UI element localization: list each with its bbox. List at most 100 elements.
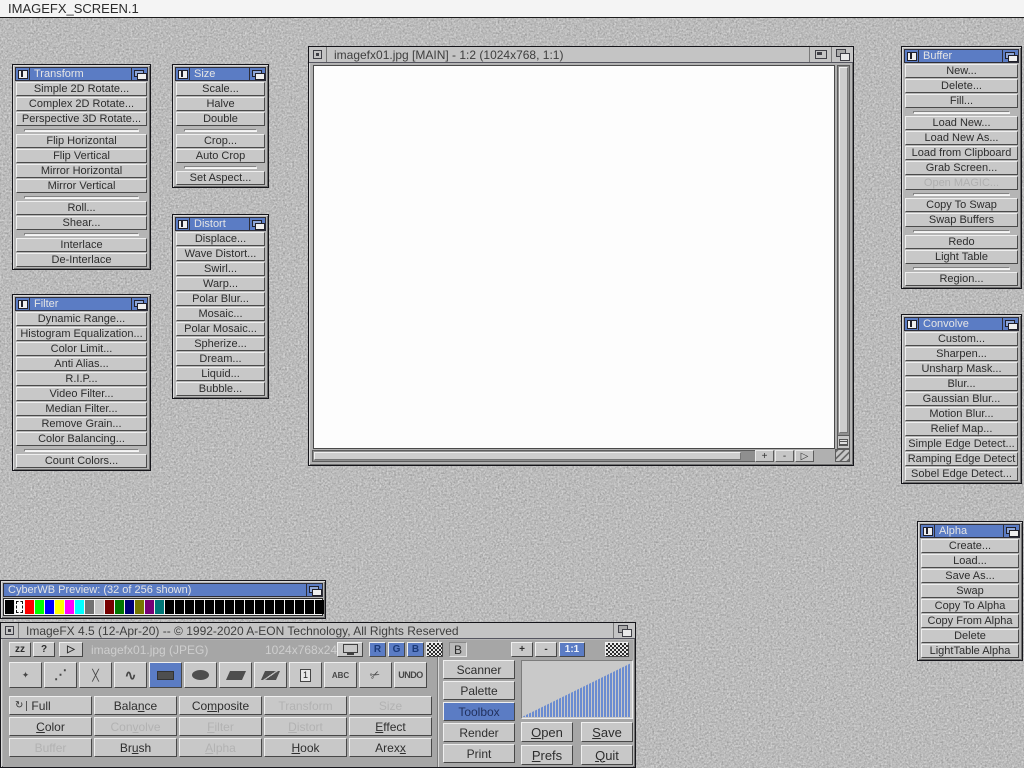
copy-from-alpha-button[interactable]: Copy From Alpha — [921, 614, 1019, 628]
sharpen-button[interactable]: Sharpen... — [905, 347, 1018, 361]
alpha-titlebar[interactable]: Alpha — [920, 524, 1020, 538]
color-swatch[interactable] — [125, 600, 134, 614]
size-button[interactable]: Size — [349, 696, 432, 715]
transform-titlebar[interactable]: Transform — [15, 67, 148, 81]
dither-pattern-button[interactable] — [426, 642, 443, 657]
mirror-vertical-button[interactable]: Mirror Vertical — [16, 179, 147, 193]
main-image-window[interactable]: imagefx01.jpg [MAIN] - 1:2 (1024x768, 1:… — [308, 46, 854, 466]
flip-horizontal-button[interactable]: Flip Horizontal — [16, 134, 147, 148]
zoom-in-gadget[interactable]: + — [755, 450, 774, 462]
crop-button[interactable]: Crop... — [176, 134, 265, 148]
color-swatch[interactable] — [275, 600, 284, 614]
color-swatch[interactable] — [255, 600, 264, 614]
undo-button[interactable]: UNDO — [394, 662, 427, 688]
screen-button[interactable] — [337, 642, 363, 657]
bubble-button[interactable]: Bubble... — [176, 382, 265, 396]
color-swatch[interactable] — [165, 600, 174, 614]
palette-button[interactable]: Palette — [443, 681, 515, 700]
redo-button[interactable]: Redo — [905, 235, 1018, 249]
swap-button[interactable]: Swap — [921, 584, 1019, 598]
transform-palette-window[interactable]: TransformSimple 2D Rotate...Complex 2D R… — [12, 64, 151, 270]
color-swatch[interactable] — [315, 600, 324, 614]
close-gadget[interactable] — [176, 218, 190, 230]
help-button[interactable]: ? — [33, 642, 55, 657]
size-palette-window[interactable]: SizeScale...HalveDoubleCrop...Auto CropS… — [172, 64, 269, 188]
red-channel-button[interactable]: R — [369, 642, 386, 657]
warp-button[interactable]: Warp... — [176, 277, 265, 291]
video-filter-button[interactable]: Video Filter... — [16, 387, 147, 401]
color-swatch[interactable] — [195, 600, 204, 614]
alpha-palette-window[interactable]: AlphaCreate...Load...Save As...SwapCopy … — [917, 521, 1023, 661]
lighttable-alpha-button[interactable]: LightTable Alpha — [921, 644, 1019, 658]
color-swatch[interactable] — [75, 600, 84, 614]
color-swatch[interactable] — [135, 600, 144, 614]
transform-button[interactable]: Transform — [264, 696, 347, 715]
color-swatch[interactable] — [305, 600, 314, 614]
simple-edge-detect-button[interactable]: Simple Edge Detect... — [905, 437, 1018, 451]
color-swatch[interactable] — [115, 600, 124, 614]
liquid-button[interactable]: Liquid... — [176, 367, 265, 381]
convolve-titlebar[interactable]: Convolve — [904, 317, 1019, 331]
hook-button[interactable]: Hook — [264, 738, 347, 757]
region-button[interactable]: Region... — [905, 272, 1018, 286]
pan-gadget[interactable]: ▷ — [795, 450, 814, 462]
screen-titlebar[interactable]: IMAGEFX_SCREEN.1 — [0, 0, 1024, 18]
close-gadget[interactable] — [16, 298, 30, 310]
create-button[interactable]: Create... — [921, 539, 1019, 553]
wave-distort-button[interactable]: Wave Distort... — [176, 247, 265, 261]
close-gadget[interactable] — [921, 525, 935, 537]
balance-button[interactable]: Balance — [94, 696, 177, 715]
color-limit-button[interactable]: Color Limit... — [16, 342, 147, 356]
zoom-gadget[interactable] — [809, 47, 831, 62]
histogram-equalization-button[interactable]: Histogram Equalization... — [16, 327, 147, 341]
depth-gadget[interactable] — [1002, 318, 1018, 330]
color-swatch[interactable] — [15, 600, 24, 614]
count-colors-button[interactable]: Count Colors... — [16, 454, 147, 468]
copy-to-alpha-button[interactable]: Copy To Alpha — [921, 599, 1019, 613]
complex-2d-rotate-button[interactable]: Complex 2D Rotate... — [16, 97, 147, 111]
delete-button[interactable]: Delete... — [905, 79, 1018, 93]
light-table-button[interactable]: Light Table — [905, 250, 1018, 264]
filter-button[interactable]: Filter — [179, 717, 262, 736]
render-button[interactable]: Render — [443, 723, 515, 742]
cyberwb-titlebar[interactable]: CyberWB Preview: (32 of 256 shown) — [3, 583, 323, 597]
new-button[interactable]: New... — [905, 64, 1018, 78]
color-swatch[interactable] — [225, 600, 234, 614]
color-swatch[interactable] — [245, 600, 254, 614]
convolve-button[interactable]: Convolve — [94, 717, 177, 736]
mirror-horizontal-button[interactable]: Mirror Horizontal — [16, 164, 147, 178]
color-swatch[interactable] — [285, 600, 294, 614]
fill-button[interactable]: Fill... — [905, 94, 1018, 108]
point-tool[interactable] — [9, 662, 42, 688]
ramping-edge-detect-button[interactable]: Ramping Edge Detect — [905, 452, 1018, 466]
zoom-out-button[interactable]: - — [535, 642, 557, 657]
delete-button[interactable]: Delete — [921, 629, 1019, 643]
arexx-button[interactable]: Arexx — [349, 738, 432, 757]
r-i-p-button[interactable]: R.I.P... — [16, 372, 147, 386]
distort-button[interactable]: Distort — [264, 717, 347, 736]
close-gadget[interactable] — [16, 68, 30, 80]
custom-button[interactable]: Custom... — [905, 332, 1018, 346]
polar-mosaic-button[interactable]: Polar Mosaic... — [176, 322, 265, 336]
open-button[interactable]: Open — [521, 722, 573, 742]
stamp-tool[interactable]: 1 — [289, 662, 322, 688]
alpha-button[interactable]: Alpha — [179, 738, 262, 757]
main-window-titlebar[interactable]: imagefx01.jpg [MAIN] - 1:2 (1024x768, 1:… — [309, 47, 853, 63]
effect-button[interactable]: Effect — [349, 717, 432, 736]
box-tool[interactable] — [149, 662, 182, 688]
load-from-clipboard-button[interactable]: Load from Clipboard — [905, 146, 1018, 160]
color-swatch[interactable] — [265, 600, 274, 614]
swirl-button[interactable]: Swirl... — [176, 262, 265, 276]
zoom-in-button[interactable]: + — [511, 642, 533, 657]
grab-screen-button[interactable]: Grab Screen... — [905, 161, 1018, 175]
save-button[interactable]: Save — [581, 722, 633, 742]
displace-button[interactable]: Displace... — [176, 232, 265, 246]
load-new-as-button[interactable]: Load New As... — [905, 131, 1018, 145]
close-gadget[interactable] — [176, 68, 190, 80]
zoom-ratio-button[interactable]: 1:1 — [559, 642, 585, 657]
color-swatch[interactable] — [155, 600, 164, 614]
full-button[interactable]: Full — [9, 696, 92, 715]
gaussian-blur-button[interactable]: Gaussian Blur... — [905, 392, 1018, 406]
depth-gadget[interactable] — [249, 68, 265, 80]
depth-gadget[interactable] — [831, 47, 853, 62]
